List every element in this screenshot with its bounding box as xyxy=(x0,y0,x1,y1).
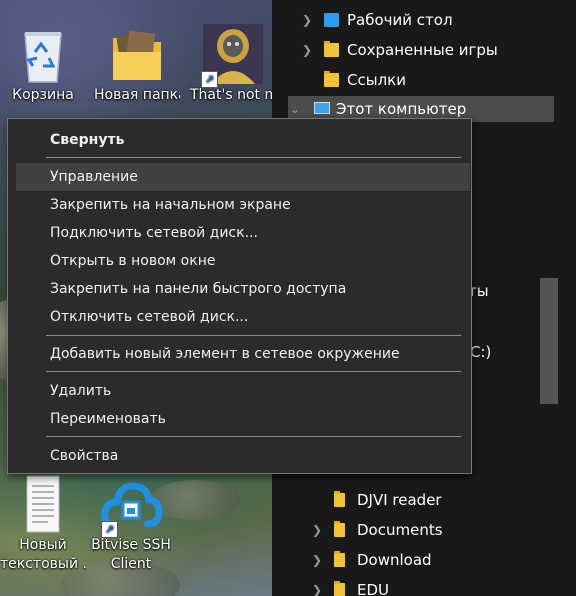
folder-icon xyxy=(334,491,345,507)
desktop-icon-label: текстовый ... xyxy=(0,556,86,572)
folder-icon xyxy=(105,22,169,86)
menu-item-open-new-window[interactable]: Открыть в новом окне xyxy=(16,247,470,275)
menu-item-map-network-drive[interactable]: Подключить сетевой диск... xyxy=(16,219,470,247)
nav-item-label: Download xyxy=(357,551,432,569)
menu-item-label: Открыть в новом окне xyxy=(50,253,216,269)
context-menu: Свернуть Управление Закрепить на начальн… xyxy=(7,118,472,474)
chevron-right-icon[interactable]: ❯ xyxy=(302,7,312,33)
menu-separator xyxy=(46,436,461,437)
folder-icon xyxy=(334,551,345,567)
folder-icon xyxy=(334,521,345,537)
menu-separator xyxy=(46,335,461,336)
desktop-icon-label: Корзина xyxy=(12,87,74,103)
menu-item-collapse[interactable]: Свернуть xyxy=(16,126,470,154)
bitvise-icon: ↗ xyxy=(99,472,163,538)
folder-icon xyxy=(334,581,345,596)
menu-item-manage[interactable]: Управление xyxy=(16,163,470,191)
scrollbar-thumb[interactable] xyxy=(540,278,558,404)
desktop-folder-icon xyxy=(324,13,339,27)
shortcut-arrow-icon: ↗ xyxy=(101,521,118,538)
nav-item-saved-games[interactable]: ❯ Сохраненные игры xyxy=(272,37,560,63)
desktop-icon-label: Новая папка xyxy=(94,87,180,103)
menu-separator xyxy=(46,371,461,372)
menu-item-label: Отключить сетевой диск... xyxy=(50,309,249,325)
menu-item-pin-quick-access[interactable]: Закрепить на панели быстрого доступа xyxy=(16,275,470,303)
chevron-right-icon[interactable]: ❯ xyxy=(312,547,322,573)
menu-separator xyxy=(46,157,461,158)
desktop-icon-new-folder[interactable]: Новая папка xyxy=(94,22,180,105)
desktop-icon-label: Client xyxy=(110,556,152,572)
menu-item-pin-to-start[interactable]: Закрепить на начальном экране xyxy=(16,191,470,219)
nav-item-label: Ссылки xyxy=(347,71,406,89)
nav-item-djvi-reader[interactable]: DJVI reader xyxy=(272,487,560,513)
nav-item-desktop[interactable]: ❯ Рабочий стол xyxy=(272,7,560,33)
this-pc-icon xyxy=(314,102,330,114)
nav-item-edu[interactable]: ❯ EDU xyxy=(272,577,560,596)
desktop-icon-recycle-bin[interactable]: Корзина xyxy=(0,22,86,105)
desktop-icon-label: Новый xyxy=(19,537,67,553)
desktop-icon-game-shortcut[interactable]: ↗ That's not m xyxy=(190,22,272,105)
nav-item-download[interactable]: ❯ Download xyxy=(272,547,560,573)
menu-item-label: Переименовать xyxy=(50,411,166,427)
nav-item-label: Сохраненные игры xyxy=(347,41,498,59)
chevron-right-icon[interactable]: ❯ xyxy=(302,37,312,63)
menu-item-label: Подключить сетевой диск... xyxy=(50,225,258,241)
menu-item-label: Управление xyxy=(50,169,138,185)
menu-item-label: Свернуть xyxy=(50,132,125,148)
menu-item-label: Закрепить на начальном экране xyxy=(50,197,291,213)
menu-item-label: Добавить новый элемент в сетевое окружен… xyxy=(50,346,400,362)
menu-item-delete[interactable]: Удалить xyxy=(16,377,470,405)
menu-item-label: Закрепить на панели быстрого доступа xyxy=(50,281,347,297)
nav-item-label: DJVI reader xyxy=(357,491,442,509)
menu-item-label: Свойства xyxy=(50,448,119,464)
links-folder-icon xyxy=(324,71,339,87)
menu-item-rename[interactable]: Переименовать xyxy=(16,405,470,433)
nav-item-documents[interactable]: ❯ Documents xyxy=(272,517,560,543)
chevron-right-icon[interactable]: ❯ xyxy=(312,517,322,543)
nav-item-links[interactable]: Ссылки xyxy=(272,67,560,93)
nav-item-label: Documents xyxy=(357,521,443,539)
menu-item-properties[interactable]: Свойства xyxy=(16,442,470,470)
menu-item-label: Удалить xyxy=(50,383,112,399)
desktop-icon-bitvise[interactable]: ↗ Bitvise SSH Client xyxy=(88,472,174,574)
shortcut-arrow-icon: ↗ xyxy=(201,71,218,88)
nav-item-label: C:) xyxy=(470,343,492,361)
game-shortcut-icon: ↗ xyxy=(201,22,265,88)
chevron-right-icon[interactable]: ❯ xyxy=(312,577,322,596)
recycle-bin-icon xyxy=(11,22,75,86)
desktop-icon-label: Bitvise SSH xyxy=(91,537,171,553)
menu-item-add-network-location[interactable]: Добавить новый элемент в сетевое окружен… xyxy=(16,340,470,368)
text-document-icon xyxy=(11,472,75,536)
nav-item-label: Рабочий стол xyxy=(347,11,453,29)
desktop-icon-label: That's not m xyxy=(190,87,272,103)
nav-item-label: EDU xyxy=(357,581,390,596)
saved-games-icon xyxy=(324,41,339,57)
menu-item-disconnect-network-drive[interactable]: Отключить сетевой диск... xyxy=(16,303,470,331)
desktop-icon-text-document[interactable]: Новый текстовый ... xyxy=(0,472,86,574)
